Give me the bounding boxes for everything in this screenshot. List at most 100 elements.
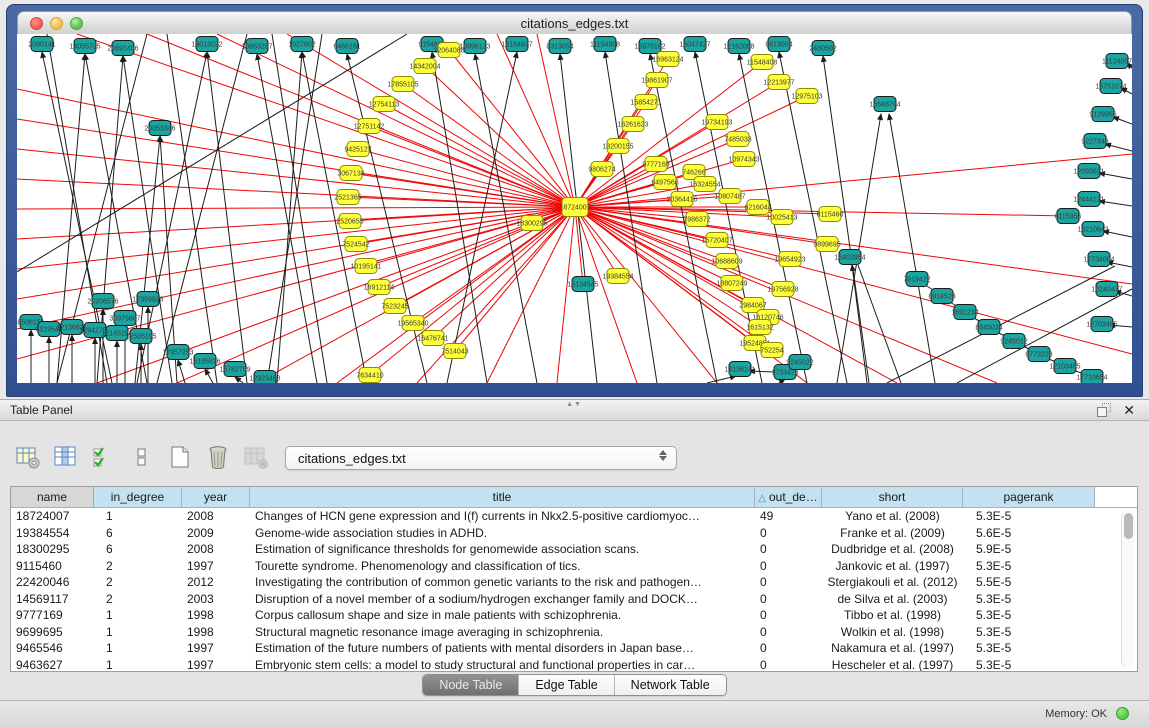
- network-node[interactable]: 19734193: [701, 115, 732, 130]
- table-cell[interactable]: 9115460: [11, 558, 94, 575]
- table-cell[interactable]: Changes of HCN gene expression and I(f) …: [250, 508, 755, 525]
- network-node[interactable]: 19013022: [191, 37, 222, 52]
- table-cell[interactable]: Stergiakouli et al. (2012): [822, 574, 963, 591]
- table-row[interactable]: 946362711997Embryonic stem cells: a mode…: [11, 657, 1137, 673]
- table-cell[interactable]: 5.3E-5: [963, 640, 1095, 657]
- column-header-pagerank[interactable]: pagerank: [963, 487, 1095, 507]
- network-node[interactable]: 10653267: [241, 39, 272, 54]
- table-cell[interactable]: 9465546: [11, 640, 94, 657]
- table-cell[interactable]: 5.5E-5: [963, 574, 1095, 591]
- table-cell[interactable]: 18300295: [11, 541, 94, 558]
- network-node[interactable]: 12093821: [1073, 164, 1104, 179]
- table-cell[interactable]: 49: [755, 508, 822, 525]
- table-row[interactable]: 1872400712008Changes of HCN gene express…: [11, 508, 1137, 525]
- network-node[interactable]: 12162068: [723, 39, 754, 54]
- network-node[interactable]: 8914523: [928, 289, 955, 304]
- table-row[interactable]: 1456911722003Disruption of a novel membe…: [11, 591, 1137, 608]
- network-node[interactable]: 12754113: [369, 97, 400, 112]
- network-node[interactable]: 12703465: [1086, 317, 1117, 332]
- network-node[interactable]: 14342004: [409, 59, 440, 74]
- table-cell[interactable]: 19384554: [11, 525, 94, 542]
- network-node[interactable]: 20364416: [666, 192, 697, 207]
- network-node[interactable]: 9899695: [813, 237, 840, 252]
- delete-column-icon[interactable]: [204, 443, 232, 471]
- network-node[interactable]: 22064088: [433, 43, 464, 58]
- network-node[interactable]: 10974343: [728, 152, 759, 167]
- network-node[interactable]: 15134545: [567, 277, 598, 292]
- table-cell[interactable]: 1: [94, 624, 182, 641]
- network-node[interactable]: 15854271: [630, 95, 661, 110]
- network-node[interactable]: 17359928: [132, 292, 163, 307]
- table-cell[interactable]: 2003: [182, 591, 250, 608]
- network-node[interactable]: 20691406: [107, 41, 138, 56]
- table-cell[interactable]: Franke et al. (2009): [822, 525, 963, 542]
- table-cell[interactable]: Jankovic et al. (1997): [822, 558, 963, 575]
- network-node[interactable]: 19565340: [397, 316, 428, 331]
- network-node[interactable]: 11548408: [747, 55, 778, 70]
- network-node[interactable]: 11124057: [1102, 54, 1132, 69]
- close-panel-icon[interactable]: ✕: [1123, 403, 1135, 417]
- table-cell[interactable]: Nakamura et al. (1997): [822, 640, 963, 657]
- table-cell[interactable]: Investigating the contribution of common…: [250, 574, 755, 591]
- network-window-titlebar[interactable]: citations_edges.txt: [17, 11, 1132, 35]
- table-cell[interactable]: Wolkin et al. (1998): [822, 624, 963, 641]
- network-node[interactable]: 16047427: [679, 37, 710, 52]
- network-node[interactable]: 9806274: [588, 162, 615, 177]
- table-cell[interactable]: 1: [94, 657, 182, 673]
- network-node[interactable]: 7514043: [441, 344, 468, 359]
- table-cell[interactable]: Dudbridge et al. (2008): [822, 541, 963, 558]
- network-node[interactable]: 30975887: [109, 311, 140, 326]
- network-node[interactable]: 10195141: [350, 259, 381, 274]
- network-node[interactable]: 16403954: [834, 250, 865, 265]
- network-node[interactable]: 14055725: [69, 39, 100, 54]
- node-attribute-table[interactable]: namein_degreeyeartitle△out_de…shortpager…: [10, 486, 1138, 672]
- table-cell[interactable]: 5.3E-5: [963, 591, 1095, 608]
- table-cell[interactable]: 2012: [182, 574, 250, 591]
- network-node[interactable]: 8313054: [546, 39, 573, 54]
- network-node[interactable]: 16261623: [617, 117, 648, 132]
- split-handle-icon[interactable]: ▲▼: [566, 401, 582, 409]
- table-cell[interactable]: 1998: [182, 624, 250, 641]
- table-row[interactable]: 946554611997Estimation of the future num…: [11, 640, 1137, 657]
- network-node[interactable]: 16195816: [189, 354, 220, 369]
- table-cell[interactable]: 2009: [182, 525, 250, 542]
- table-row[interactable]: 1938455462009Genome-wide association stu…: [11, 525, 1137, 542]
- network-node[interactable]: 10688609: [711, 254, 742, 269]
- table-cell[interactable]: 6: [94, 541, 182, 558]
- network-node[interactable]: 9227343: [1081, 134, 1108, 149]
- network-node[interactable]: 15720407: [701, 233, 732, 248]
- table-cell[interactable]: 1997: [182, 558, 250, 575]
- table-cell[interactable]: 2008: [182, 508, 250, 525]
- column-header-title[interactable]: title: [250, 487, 755, 507]
- column-header-out_de[interactable]: △out_de…: [755, 487, 822, 507]
- table-cell[interactable]: Estimation of the future numbers of pati…: [250, 640, 755, 657]
- table-cell[interactable]: 1: [94, 640, 182, 657]
- network-node[interactable]: 2480502: [809, 41, 836, 56]
- network-node[interactable]: 16648794: [869, 97, 900, 112]
- table-cell[interactable]: 18724007: [11, 508, 94, 525]
- table-body[interactable]: 18724007 1 2008Changes of HCN gene express…: [11, 508, 1137, 672]
- network-node[interactable]: 17855105: [387, 77, 418, 92]
- network-node[interactable]: 14136141: [724, 362, 755, 377]
- table-cell[interactable]: 2008: [182, 541, 250, 558]
- table-cell[interactable]: 0: [755, 640, 822, 657]
- network-node[interactable]: 11154908: [590, 37, 620, 52]
- show-columns-icon[interactable]: [52, 443, 80, 471]
- network-node[interactable]: 19861907: [641, 73, 672, 88]
- network-node[interactable]: 9129966: [1089, 107, 1116, 122]
- network-node[interactable]: 17957253: [162, 345, 193, 360]
- network-node[interactable]: 12751142: [354, 119, 385, 134]
- table-cell[interactable]: 0: [755, 558, 822, 575]
- row-height-icon[interactable]: [128, 443, 156, 471]
- network-node[interactable]: 9245012: [1000, 334, 1027, 349]
- table-cell[interactable]: Structural magnetic resonance image aver…: [250, 624, 755, 641]
- table-cell[interactable]: 0: [755, 525, 822, 542]
- table-cell[interactable]: 1998: [182, 607, 250, 624]
- network-node[interactable]: 9425127: [344, 142, 371, 157]
- table-cell[interactable]: 0: [755, 607, 822, 624]
- table-header-row[interactable]: namein_degreeyeartitle△out_de…shortpager…: [11, 487, 1137, 508]
- table-cell[interactable]: 5.3E-5: [963, 657, 1095, 673]
- network-node[interactable]: 7919422: [903, 272, 930, 287]
- table-cell[interactable]: 5.3E-5: [963, 624, 1095, 641]
- network-node[interactable]: 7485033: [724, 132, 751, 147]
